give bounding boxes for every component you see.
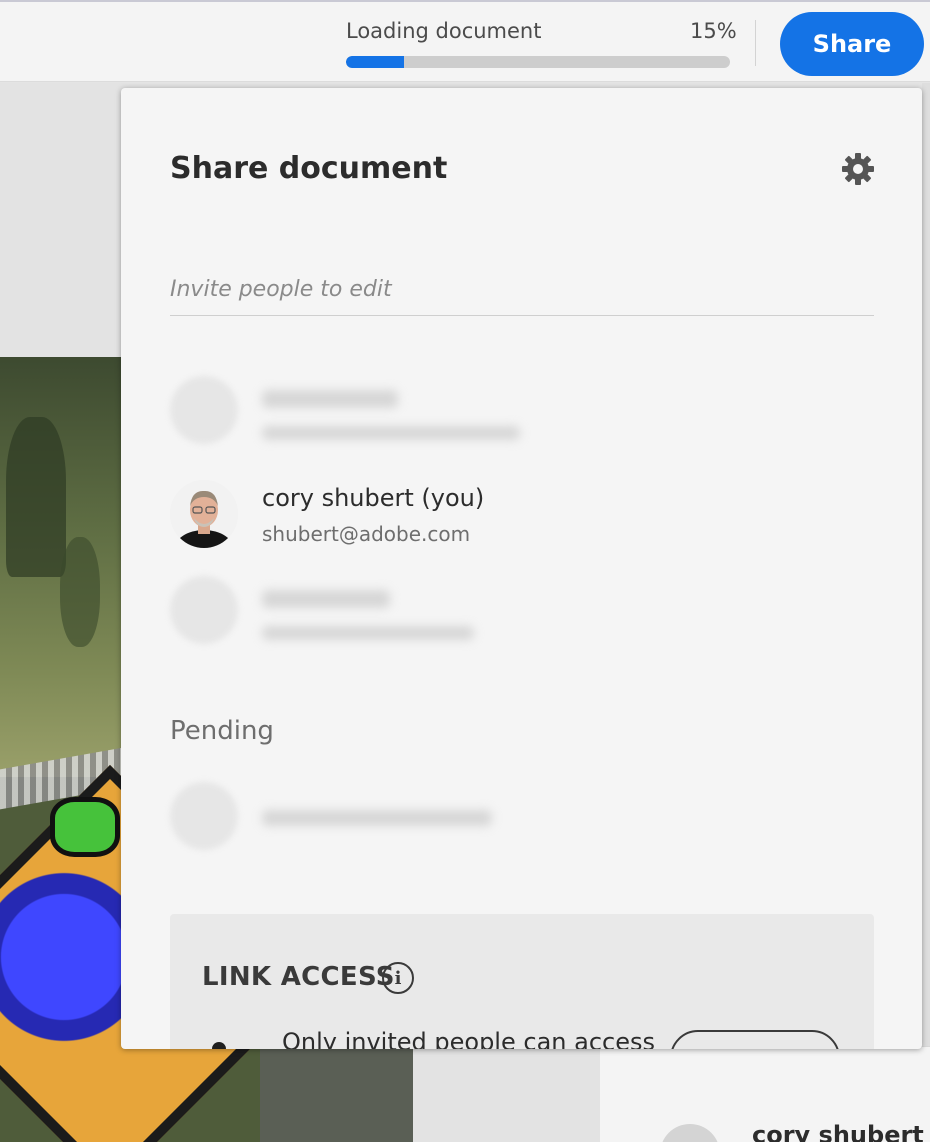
panel-user-name: cory shubert (752, 1121, 924, 1142)
member-name: cory shubert (you) (262, 484, 485, 512)
link-access-option: Only invited people can access (282, 1028, 655, 1049)
avatar (170, 782, 238, 850)
loading-progress-fill (346, 56, 404, 68)
toolbar-divider (755, 20, 756, 66)
link-access-section: LINK ACCESS i Only invited people can ac… (170, 914, 874, 1049)
avatar (170, 576, 238, 644)
member-row (170, 576, 874, 650)
share-button[interactable]: Share (780, 12, 924, 76)
link-access-title: LINK ACCESS (202, 962, 395, 992)
member-email: shubert@adobe.com (262, 522, 471, 546)
loading-percent: 15% (690, 19, 737, 43)
gear-icon[interactable] (840, 151, 876, 187)
redacted-email (262, 626, 474, 640)
pending-heading: Pending (170, 716, 274, 746)
top-bar: Loading document 15% Share (0, 0, 930, 82)
redacted-name (262, 590, 390, 608)
right-panel-edge (922, 83, 930, 1142)
redacted-email (262, 810, 492, 826)
info-icon[interactable]: i (382, 962, 414, 994)
member-row (170, 376, 874, 450)
avatar (170, 376, 238, 444)
loading-progress-bar (346, 56, 730, 68)
pending-row (170, 782, 874, 856)
radio-button[interactable] (212, 1042, 226, 1049)
avatar (170, 480, 238, 548)
invite-input[interactable] (170, 264, 874, 316)
dialog-title: Share document (170, 151, 448, 186)
member-row-you: cory shubert (you) shubert@adobe.com (170, 480, 874, 554)
redacted-email (262, 426, 520, 440)
redacted-name (262, 390, 398, 408)
link-access-button[interactable] (670, 1030, 840, 1049)
loading-label: Loading document (346, 19, 542, 43)
share-dialog: Share document Invite people to edit cor… (121, 88, 922, 1049)
